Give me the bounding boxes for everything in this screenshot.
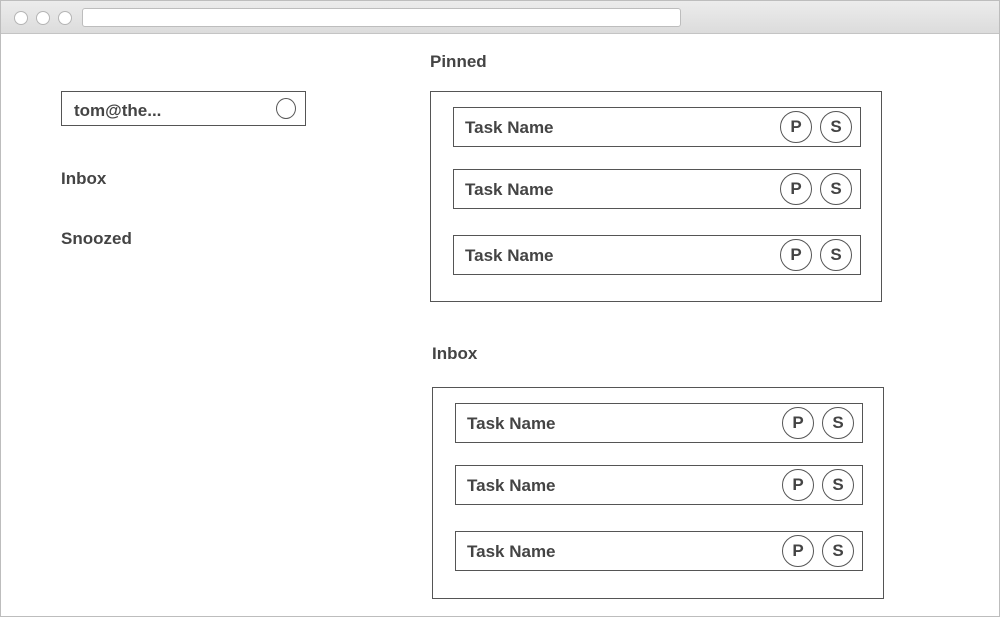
section-title-pinned: Pinned [430,52,487,71]
pin-button[interactable]: P [780,111,812,143]
sidebar-item-inbox[interactable]: Inbox [61,169,106,189]
sidebar-item-snoozed[interactable]: Snoozed [61,229,132,249]
pin-button[interactable]: P [780,173,812,205]
snooze-button[interactable]: S [820,173,852,205]
account-selector[interactable]: tom@the... [61,91,306,126]
snooze-button[interactable]: S [820,239,852,271]
list-item[interactable]: Task Name P S [455,531,863,571]
title-bar [1,1,999,34]
minimize-window-icon[interactable] [36,11,50,25]
list-item[interactable]: Task Name P S [453,235,861,275]
snooze-button[interactable]: S [822,407,854,439]
section-title-inbox: Inbox [432,344,478,363]
address-bar[interactable] [82,8,681,27]
list-item[interactable]: Task Name P S [455,403,863,443]
task-name: Task Name [465,180,554,199]
list-item[interactable]: Task Name P S [453,169,861,209]
task-name: Task Name [467,414,556,433]
pin-button[interactable]: P [782,407,814,439]
pin-button[interactable]: P [782,535,814,567]
list-item[interactable]: Task Name P S [455,465,863,505]
task-name: Task Name [465,118,554,137]
snooze-button[interactable]: S [822,535,854,567]
snooze-button[interactable]: S [820,111,852,143]
account-email: tom@the... [74,101,162,120]
task-name: Task Name [467,476,556,495]
pinned-task-list: Task Name P S Task Name P S Task Name P … [430,91,882,302]
task-name: Task Name [467,542,556,561]
inbox-task-list: Task Name P S Task Name P S Task Name P … [432,387,884,599]
pin-button[interactable]: P [780,239,812,271]
pin-button[interactable]: P [782,469,814,501]
snooze-button[interactable]: S [822,469,854,501]
task-name: Task Name [465,246,554,265]
avatar [276,98,296,119]
list-item[interactable]: Task Name P S [453,107,861,147]
maximize-window-icon[interactable] [58,11,72,25]
close-window-icon[interactable] [14,11,28,25]
